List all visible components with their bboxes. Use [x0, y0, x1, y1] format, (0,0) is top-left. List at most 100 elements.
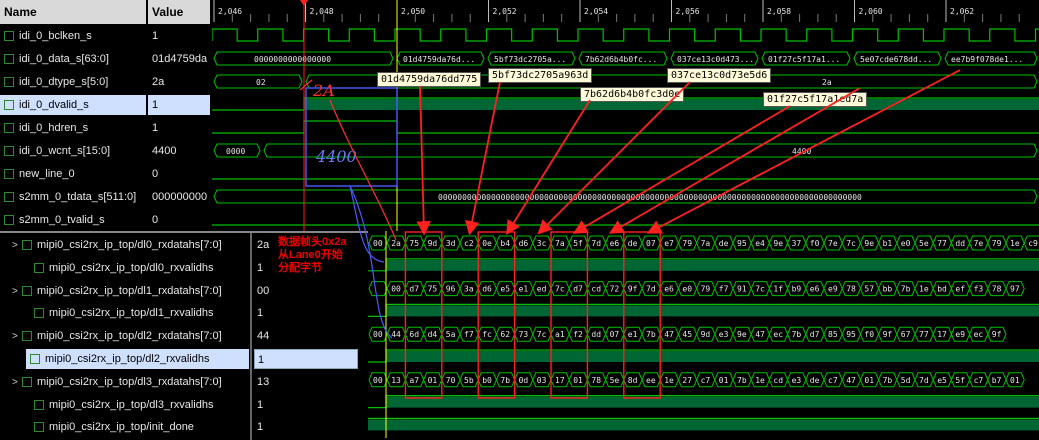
lane-byte-value: e9	[828, 285, 838, 294]
lane-byte-value: 3c	[537, 239, 547, 248]
signal-name-text: mipi0_csi2rx_ip_top/dl3_rxdatahs[7:0]	[37, 375, 222, 388]
bottom-signal-name[interactable]: > mipi0_csi2rx_ip_top/dl1_rxdatahs[7:0]	[0, 281, 249, 301]
annotation-line-2: 从Lane0开始	[278, 249, 343, 261]
lane-byte-value: c2	[464, 239, 474, 248]
expand-chevron-icon[interactable]: >	[12, 282, 22, 301]
lane-byte-value: 79	[682, 239, 692, 248]
lane-byte-value: e7	[664, 239, 674, 248]
lane-byte-value: 70	[446, 376, 456, 385]
lane-byte-value: 00	[373, 330, 383, 339]
bottom-signal-name[interactable]: mipi0_csi2rx_ip_top/dl0_rxvalidhs	[0, 258, 249, 278]
lane-byte-value: 7d	[646, 285, 656, 294]
top-waveform-panel[interactable]: 2,046 2,048 2,050 2,052 2,054 2,056 2,058 2,060…	[212, 0, 1039, 232]
lane-byte-value: 9f	[883, 330, 893, 339]
data-bus-value: 5bf73dc2705a...	[494, 55, 566, 64]
top-signal-name[interactable]: idi_0_wcnt_s[15:0]	[0, 141, 146, 161]
top-signal-name[interactable]: idi_0_data_s[63:0]	[0, 49, 146, 69]
lane-byte-value: 9d	[428, 239, 438, 248]
expand-chevron-icon[interactable]: >	[12, 373, 22, 392]
bottom-signal-name[interactable]: mipi0_csi2rx_ip_top/dl3_rxvalidhs	[0, 395, 249, 415]
lane-byte-value: 1e	[664, 376, 674, 385]
lane-byte-value: 72	[610, 285, 620, 294]
signal-name-text: idi_0_hdren_s	[19, 122, 89, 134]
value-column-header[interactable]: Value	[148, 0, 210, 24]
lane-byte-value: de	[810, 376, 820, 385]
signal-name-text: idi_0_dvalid_s	[19, 99, 89, 111]
lane-byte-value: 13	[391, 376, 401, 385]
top-signal-name[interactable]: idi_0_dvalid_s	[0, 95, 146, 115]
lane-byte-value: b4	[500, 239, 510, 248]
lane-byte-value: ee	[646, 376, 656, 385]
top-signal-name[interactable]: idi_0_bclken_s	[0, 26, 146, 46]
lane-byte-value: f7	[719, 285, 729, 294]
lane-byte-value: b1	[883, 239, 893, 248]
tdata-bus-value: 0000000000000000000000000000000000000000…	[438, 193, 862, 202]
lane-byte-value: c7	[828, 376, 838, 385]
signal-icon	[4, 146, 14, 157]
data-bus-value: 5e07cde678dd...	[860, 55, 932, 64]
lane-byte-value: 7c	[555, 285, 565, 294]
data-callout-2: 5bf73dc2705a963d	[488, 68, 593, 83]
lane-byte-value: 7b	[901, 285, 911, 294]
time-tick-label: 2,062	[950, 7, 974, 16]
bus-icon	[22, 331, 32, 342]
lane-byte-value: 03	[537, 376, 547, 385]
signal-icon	[34, 399, 44, 410]
signal-icon	[4, 169, 14, 180]
signal-name-text: new_line_0	[19, 168, 75, 180]
bottom-signal-name[interactable]: mipi0_csi2rx_ip_top/init_done	[0, 417, 249, 437]
bottom-signal-value: 44	[257, 330, 270, 343]
bus-icon	[22, 285, 32, 296]
bottom-signal-name[interactable]: > mipi0_csi2rx_ip_top/dl3_rxdatahs[7:0]	[0, 372, 249, 392]
bottom-signal-name[interactable]: mipi0_csi2rx_ip_top/dl2_rxvalidhs	[26, 349, 249, 369]
signal-name-text: mipi0_csi2rx_ip_top/dl1_rxdatahs[7:0]	[37, 284, 222, 297]
bottom-signal-value: 13	[257, 375, 270, 388]
signal-icon	[4, 54, 14, 65]
top-signal-value: 0	[152, 168, 159, 180]
lane-byte-value: f7	[464, 330, 474, 339]
lane-byte-value: 7b	[737, 376, 747, 385]
lane-byte-value: 3a	[464, 285, 474, 294]
data-bus-value: 01d4759da76d...	[403, 55, 475, 64]
top-signal-name[interactable]: idi_0_hdren_s	[0, 118, 146, 138]
lane-byte-value: 95	[737, 239, 747, 248]
lane-byte-value: 62	[500, 330, 510, 339]
wcnt-bus-value: 0000	[226, 147, 245, 156]
signal-name-text: idi_0_bclken_s	[19, 30, 92, 42]
lane-byte-value: 01	[1010, 376, 1020, 385]
lane-byte-value: 7c	[755, 285, 765, 294]
lane-byte-value: 7c	[537, 330, 547, 339]
lane-byte-value: 73	[519, 330, 529, 339]
top-signal-name[interactable]: new_line_0	[0, 164, 146, 184]
top-signal-name[interactable]: idi_0_dtype_s[5:0]	[0, 72, 146, 92]
top-signal-value: 1	[152, 122, 159, 134]
lane-byte-value: e5	[937, 376, 947, 385]
column-separator[interactable]	[250, 233, 252, 440]
bottom-signal-name[interactable]: mipi0_csi2rx_ip_top/dl1_rxvalidhs	[0, 303, 249, 323]
lane-byte-value: e4	[755, 239, 765, 248]
expand-chevron-icon[interactable]: >	[12, 236, 22, 255]
bottom-signal-name[interactable]: > mipi0_csi2rx_ip_top/dl2_rxdatahs[7:0]	[0, 326, 249, 346]
signal-icon	[4, 123, 14, 134]
rxvalid-fill	[386, 351, 1039, 362]
lane-byte-value: 95	[846, 330, 856, 339]
lane-byte-value: 7e	[974, 239, 984, 248]
lane-byte-value: 96	[446, 285, 456, 294]
name-column-header[interactable]: Name	[0, 0, 146, 24]
top-signal-name[interactable]: s2mm_0_tvalid_s	[0, 210, 146, 230]
lane-byte-value: de	[628, 239, 638, 248]
top-signal-name[interactable]: s2mm_0_tdata_s[511:0]	[0, 187, 146, 207]
lane-byte-value: 27	[682, 376, 692, 385]
time-tick-label: 2,054	[584, 7, 608, 16]
data-bus-value: 0000000000000000	[254, 55, 331, 64]
bottom-signal-value: 00	[257, 284, 270, 297]
bottom-signal-name[interactable]: > mipi0_csi2rx_ip_top/dl0_rxdatahs[7:0]	[0, 235, 249, 255]
signal-icon	[4, 77, 14, 88]
lane-byte-value: d6	[519, 239, 529, 248]
bottom-waveform-panel[interactable]: 00 2a 75 9d 3d c2 0e b4 d6 3c 7a 5f 7d e6 de 07 e7 79 7a de…	[368, 231, 1039, 438]
lane-byte-value: 5b	[464, 376, 474, 385]
expand-chevron-icon[interactable]: >	[12, 327, 22, 346]
lane-byte-value: 5f	[573, 239, 583, 248]
lane-byte-value: de	[719, 239, 729, 248]
signal-name-text: mipi0_csi2rx_ip_top/dl0_rxdatahs[7:0]	[37, 239, 222, 251]
